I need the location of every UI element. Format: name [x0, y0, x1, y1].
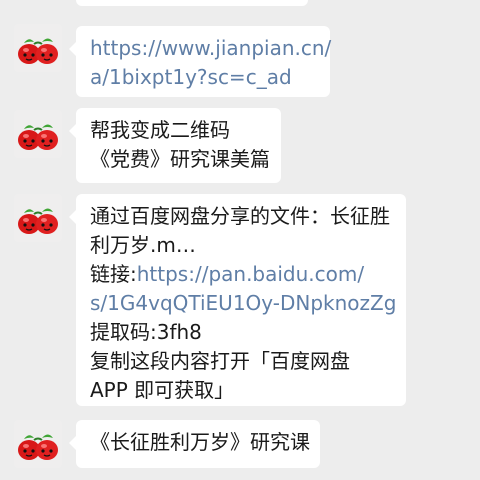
message-bubble[interactable]: https://www.jianpian.cn/ a/1bixpt1y?sc=c…	[69, 26, 331, 97]
message-bubble[interactable]: 帮我变成二维码 《党费》研究课美篇	[69, 108, 281, 183]
red-apples-avatar-icon	[14, 110, 62, 158]
message-bubble[interactable]: 通过百度网盘分享的文件：长征胜 利万岁.m… 链接:https://pan.ba…	[69, 194, 406, 406]
avatar[interactable]	[14, 420, 62, 468]
message-text: 帮我变成二维码	[90, 118, 230, 142]
red-apples-avatar-icon	[14, 194, 62, 242]
message-text: 提取码:3fh8	[90, 320, 202, 344]
avatar[interactable]	[14, 110, 62, 158]
message-text: APP 即可获取」	[90, 378, 235, 402]
message-link[interactable]: https://www.jianpian.cn/	[90, 34, 331, 63]
red-apples-avatar-icon	[14, 24, 62, 72]
avatar[interactable]	[14, 24, 62, 72]
red-apples-avatar-icon	[14, 420, 62, 468]
message-link[interactable]: s/1G4vqQTiEU1Oy-DNpknozZg	[90, 289, 396, 318]
message-text: 利万岁.m…	[90, 233, 196, 257]
message-text: 复制这段内容打开「百度网盘	[90, 349, 350, 373]
message-link-line: 链接:https://pan.baidu.com/	[90, 260, 394, 289]
avatar[interactable]	[14, 194, 62, 242]
message-text: 《长征胜利万岁》研究课	[90, 430, 310, 454]
message-text: 通过百度网盘分享的文件：长征胜	[90, 204, 390, 228]
message-link[interactable]: https://pan.baidu.com/	[137, 262, 364, 286]
message-text: 链接:	[90, 262, 137, 286]
message-bubble[interactable]: 《长征胜利万岁》研究课	[69, 420, 320, 468]
message-bubble-cut	[76, 0, 308, 6]
message-link[interactable]: a/1bixpt1y?sc=c_ad	[90, 63, 318, 92]
message-text: 《党费》研究课美篇	[90, 147, 270, 171]
